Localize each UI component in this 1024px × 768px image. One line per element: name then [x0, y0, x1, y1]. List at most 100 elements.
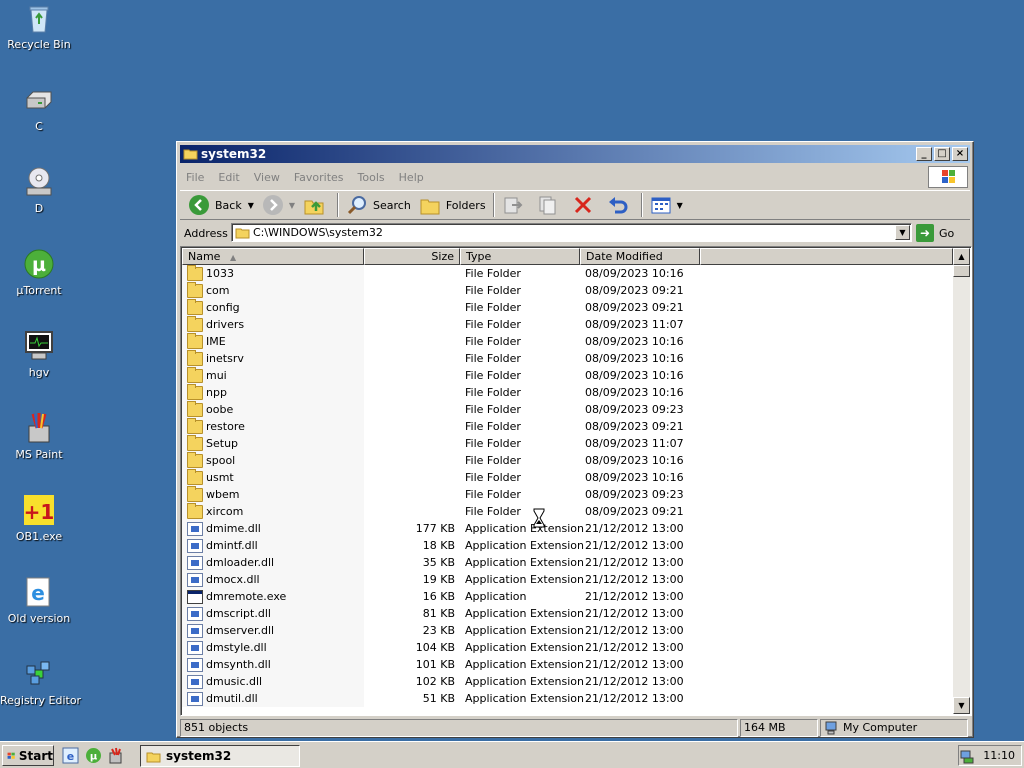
menu-help[interactable]: Help	[399, 171, 424, 184]
go-button[interactable]: ➜ Go	[916, 223, 968, 243]
menu-favorites[interactable]: Favorites	[294, 171, 344, 184]
dll-file-icon	[187, 657, 203, 672]
address-dropdown-icon[interactable]: ▼	[895, 225, 910, 240]
my-computer-icon	[825, 721, 837, 735]
cell-size: 104 KB	[415, 641, 455, 654]
start-button[interactable]: Start	[2, 745, 54, 766]
column-header-type[interactable]: Type	[460, 248, 580, 265]
table-row[interactable]: dmusic.dll 102 KB Application Extension 21/…	[182, 673, 953, 690]
table-row[interactable]: xircom File Folder 08/09/2023 09:21	[182, 502, 953, 520]
cell-type: File Folder	[465, 267, 521, 280]
folder-icon	[187, 332, 203, 349]
copy-to-icon	[539, 196, 556, 215]
table-row[interactable]: dmutil.dll 51 KB Application Extension 21/1…	[182, 690, 953, 707]
table-row[interactable]: 1033 File Folder 08/09/2023 10:16	[182, 264, 953, 282]
column-header-date[interactable]: Date Modified	[580, 248, 700, 265]
sort-arrow-icon: ▲	[229, 253, 237, 262]
table-row[interactable]: usmt File Folder 08/09/2023 10:16	[182, 468, 953, 486]
dll-file-icon	[187, 674, 203, 689]
desktop-icon-hgv[interactable]: hgv	[0, 330, 78, 379]
table-row[interactable]: npp File Folder 08/09/2023 10:16	[182, 383, 953, 401]
quicklaunch-ie-icon[interactable]: e	[62, 747, 79, 764]
cell-date: 08/09/2023 09:21	[585, 301, 684, 314]
table-row[interactable]: dmscript.dll 81 KB Application Extension 21…	[182, 605, 953, 622]
table-row[interactable]: drivers File Folder 08/09/2023 11:07	[182, 315, 953, 333]
undo-button[interactable]	[603, 192, 638, 218]
forward-button[interactable]: ▼	[258, 192, 299, 218]
table-row[interactable]: dmsynth.dll 101 KB Application Extension 21…	[182, 656, 953, 673]
desktop-icon--torrent[interactable]: µ µTorrent	[0, 248, 78, 297]
forward-dropdown-icon[interactable]: ▼	[289, 201, 295, 210]
taskbar-item-system32[interactable]: system32	[140, 745, 300, 767]
cell-date: 08/09/2023 10:16	[585, 352, 684, 365]
folders-button[interactable]: Folders	[415, 192, 490, 218]
desktop-icon-d[interactable]: D	[0, 166, 78, 215]
cell-name: xircom	[182, 502, 364, 520]
cell-name: Setup	[182, 434, 364, 452]
table-row[interactable]: Setup File Folder 08/09/2023 11:07	[182, 434, 953, 452]
table-row[interactable]: dmserver.dll 23 KB Application Extension 21…	[182, 622, 953, 639]
close-button[interactable]: ×	[952, 147, 968, 161]
table-row[interactable]: dmremote.exe 16 KB Application 21/12/2012 1…	[182, 588, 953, 605]
menu-edit[interactable]: Edit	[218, 171, 239, 184]
cell-type: Application Extension	[465, 539, 584, 552]
cell-type: File Folder	[465, 420, 521, 433]
desktop-icon-old-version[interactable]: e Old version	[0, 576, 78, 625]
vertical-scrollbar[interactable]: ▲ ▼	[953, 248, 970, 714]
desktop-icon-ms-paint[interactable]: MS Paint	[0, 412, 78, 461]
table-row[interactable]: oobe File Folder 08/09/2023 09:23	[182, 400, 953, 418]
minimize-button[interactable]: _	[916, 147, 932, 161]
views-button[interactable]: ▼	[646, 192, 687, 218]
table-row[interactable]: dmintf.dll 18 KB Application Extension 21/1…	[182, 537, 953, 554]
clock[interactable]: 11:10	[983, 749, 1015, 762]
dll-file-icon	[187, 640, 203, 655]
network-tray-icon[interactable]	[959, 748, 975, 764]
svg-text:e: e	[67, 750, 74, 763]
table-row[interactable]: dmocx.dll 19 KB Application Extension 21/12…	[182, 571, 953, 588]
quicklaunch-utorrent-icon[interactable]: µ	[85, 747, 102, 764]
maximize-button[interactable]: □	[934, 147, 950, 161]
back-dropdown-icon[interactable]: ▼	[248, 201, 254, 210]
scroll-down-button[interactable]: ▼	[953, 697, 970, 714]
cell-name: dmime.dll	[182, 520, 364, 537]
file-list[interactable]: Name ▲ Size Type Date Modified 1033 File …	[180, 246, 972, 716]
desktop-icon-registry-editor[interactable]: Registry Editor	[0, 658, 81, 707]
scroll-up-button[interactable]: ▲	[953, 248, 970, 265]
cell-name: dmserver.dll	[182, 622, 364, 639]
copy-to-button[interactable]	[533, 192, 568, 218]
up-folder-button[interactable]	[299, 192, 334, 218]
table-row[interactable]: wbem File Folder 08/09/2023 09:23	[182, 485, 953, 503]
delete-button[interactable]	[568, 192, 603, 218]
back-button[interactable]: Back ▼	[184, 192, 258, 218]
search-button[interactable]: Search	[342, 192, 415, 218]
table-row[interactable]: com File Folder 08/09/2023 09:21	[182, 281, 953, 299]
address-input[interactable]: C:\WINDOWS\system32 ▼	[231, 223, 912, 242]
table-row[interactable]: inetsrv File Folder 08/09/2023 10:16	[182, 349, 953, 367]
table-row[interactable]: mui File Folder 08/09/2023 10:16	[182, 366, 953, 384]
quicklaunch-paint-icon[interactable]	[107, 747, 124, 764]
desktop-icon-c[interactable]: C	[0, 84, 78, 133]
menu-file[interactable]: File	[186, 171, 204, 184]
title-bar[interactable]: system32 _ □ ×	[180, 145, 970, 163]
views-dropdown-icon[interactable]: ▼	[677, 201, 683, 210]
table-row[interactable]: dmstyle.dll 104 KB Application Extension 21…	[182, 639, 953, 656]
table-row[interactable]: config File Folder 08/09/2023 09:21	[182, 298, 953, 316]
table-row[interactable]: spool File Folder 08/09/2023 10:16	[182, 451, 953, 469]
desktop-icon-ob1-exe[interactable]: +1 OB1.exe	[0, 494, 78, 543]
column-header-name[interactable]: Name ▲	[182, 248, 364, 265]
column-header-size[interactable]: Size	[364, 248, 460, 265]
cell-size: 101 KB	[415, 658, 455, 671]
move-to-button[interactable]	[498, 192, 533, 218]
cell-type: Application Extension	[465, 624, 584, 637]
table-row[interactable]: dmloader.dll 35 KB Application Extension 21…	[182, 554, 953, 571]
scroll-thumb[interactable]	[953, 265, 970, 277]
table-row[interactable]: dmime.dll 177 KB Application Extension 21/1…	[182, 520, 953, 537]
menu-view[interactable]: View	[254, 171, 280, 184]
cell-date: 21/12/2012 13:00	[585, 675, 684, 688]
desktop-icon-recycle-bin[interactable]: Recycle Bin	[0, 2, 78, 51]
table-row[interactable]: IME File Folder 08/09/2023 10:16	[182, 332, 953, 350]
cell-date: 08/09/2023 10:16	[585, 454, 684, 467]
menu-tools[interactable]: Tools	[358, 171, 385, 184]
table-row[interactable]: restore File Folder 08/09/2023 09:21	[182, 417, 953, 435]
folder-icon	[187, 298, 203, 315]
